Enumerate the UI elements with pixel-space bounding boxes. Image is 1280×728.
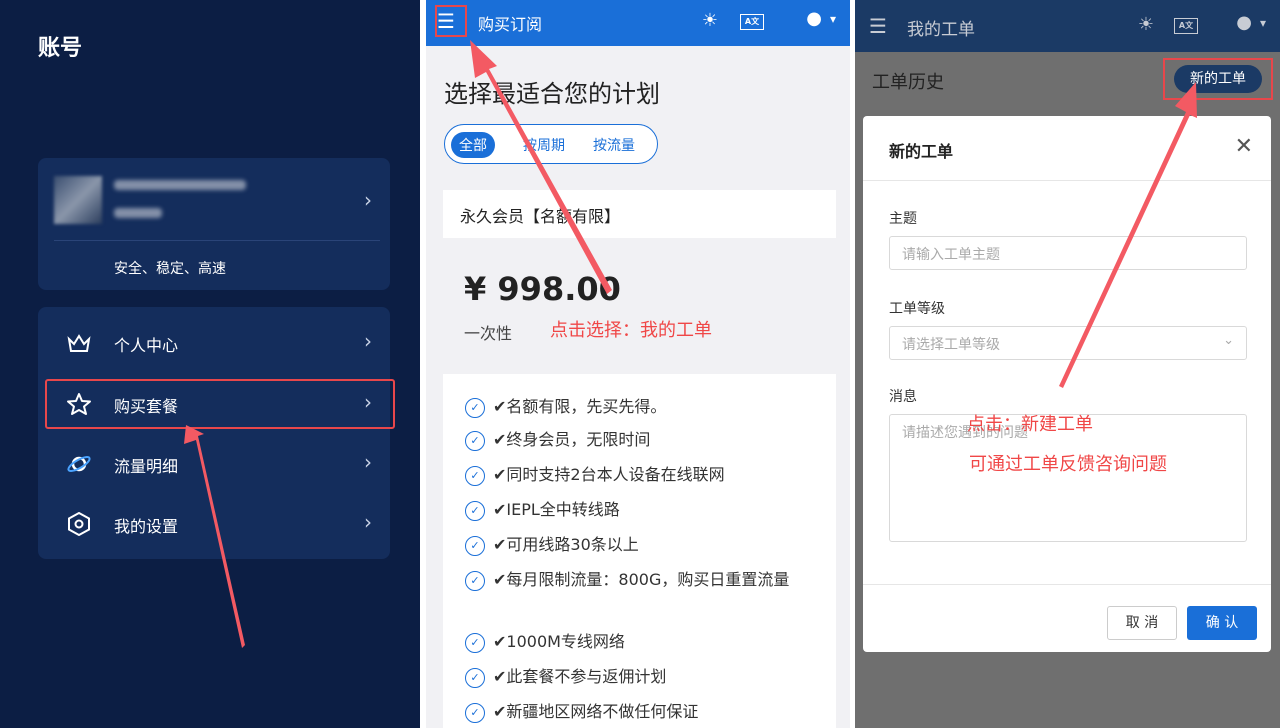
theme-sun-icon[interactable]: ☀ xyxy=(1138,14,1154,35)
user-icon[interactable]: ● xyxy=(1236,12,1252,33)
message-label: 消息 xyxy=(889,389,917,405)
feature-item: ✓ ✔此套餐不参与返佣计划 xyxy=(465,664,825,690)
subject-label: 主题 xyxy=(889,211,917,227)
feature-item: ✓ ✔每月限制流量：800G，购买日重置流量 xyxy=(465,567,825,593)
menu-item-traffic[interactable]: 流量明细 › xyxy=(38,434,390,494)
check-circle-icon: ✓ xyxy=(465,570,485,591)
check-circle-icon: ✓ xyxy=(465,632,485,653)
tab-period[interactable]: 按周期 xyxy=(515,132,573,158)
bar-title: 我的工单 xyxy=(907,20,975,40)
level-label: 工单等级 xyxy=(889,301,945,317)
bar-title: 购买订阅 xyxy=(478,15,543,34)
account-card[interactable]: › 安全、稳定、高速 xyxy=(38,158,390,290)
check-circle-icon: ✓ xyxy=(465,667,485,688)
settings-hexagon-icon xyxy=(68,512,90,536)
menu-label: 我的设置 xyxy=(114,517,179,536)
plan-filter: 全部 按周期 按流量 xyxy=(444,124,658,164)
theme-sun-icon[interactable]: ☀ xyxy=(702,10,718,31)
chevron-down-icon: ⌄ xyxy=(1223,333,1234,348)
feature-item: ✓ ✔新疆地区网络不做任何保证 xyxy=(465,699,825,725)
annotation-text: 点击选择：我的工单 xyxy=(550,320,712,341)
new-ticket-modal: 新的工单 ✕ 主题 请输入工单主题 工单等级 请选择工单等级 ⌄ 消息 请描述您遇… xyxy=(863,116,1271,652)
feature-item: ✓ ✔同时支持2台本人设备在线联网 xyxy=(465,462,825,488)
chevron-right-icon: › xyxy=(364,188,372,212)
divider xyxy=(54,240,380,241)
chevron-down-icon[interactable]: ▾ xyxy=(1260,16,1266,30)
top-bar: ☰ 我的工单 ☀ A文 ● ▾ xyxy=(855,0,1280,52)
feature-item: ✓ ✔1000M专线网络 xyxy=(465,629,825,655)
ticket-history-title: 工单历史 xyxy=(872,72,944,93)
ticket-panel: ☰ 我的工单 ☀ A文 ● ▾ 工单历史 新的工单 新的工单 ✕ 主题 请输入工… xyxy=(855,0,1280,728)
cancel-button[interactable]: 取 消 xyxy=(1107,606,1177,640)
top-bar: ☰ 购买订阅 ☀ A文 ● ▾ xyxy=(426,0,850,46)
blurred-email xyxy=(114,180,246,190)
chevron-right-icon: › xyxy=(364,450,372,474)
check-circle-icon: ✓ xyxy=(465,430,485,451)
divider xyxy=(863,584,1271,585)
menu-card: 个人中心 › 购买套餐 › 流量明细 › 我的设置 › xyxy=(38,307,390,559)
feature-item: ✓ ✔IEPL全中转线路 xyxy=(465,497,825,523)
confirm-button[interactable]: 确 认 xyxy=(1187,606,1257,640)
page-title: 账号 xyxy=(38,36,83,61)
plan-period: 一次性 xyxy=(464,324,513,343)
hamburger-icon[interactable]: ☰ xyxy=(869,14,887,38)
crown-icon xyxy=(67,334,91,352)
close-icon[interactable]: ✕ xyxy=(1235,134,1253,159)
subject-input[interactable]: 请输入工单主题 xyxy=(889,236,1247,270)
divider xyxy=(863,180,1271,181)
level-select[interactable]: 请选择工单等级 ⌄ xyxy=(889,326,1247,360)
menu-label: 流量明细 xyxy=(114,457,179,476)
feature-item: ✓ ✔可用线路30条以上 xyxy=(465,532,825,558)
chevron-right-icon: › xyxy=(364,510,372,534)
page-heading: 选择最适合您的计划 xyxy=(444,80,660,108)
feature-list: ✓ ✔名额有限，先买先得。 ✓ ✔终身会员，无限时间 ✓ ✔同时支持2台本人设备在线联… xyxy=(443,374,836,728)
plan-card-title[interactable]: 永久会员【名额有限】 xyxy=(443,190,836,238)
feature-item: ✓ ✔名额有限，先买先得。 xyxy=(465,394,825,420)
blurred-name xyxy=(114,208,162,218)
highlight-box xyxy=(1163,58,1273,100)
slogan: 安全、稳定、高速 xyxy=(114,261,226,277)
orbit-icon xyxy=(67,456,91,472)
menu-item-settings[interactable]: 我的设置 › xyxy=(38,494,390,554)
purchase-panel: ☰ 购买订阅 ☀ A文 ● ▾ 选择最适合您的计划 全部 按周期 按流量 永久会… xyxy=(426,0,850,728)
plan-price: ¥ 998.00 xyxy=(464,270,621,308)
check-circle-icon: ✓ xyxy=(465,500,485,521)
account-panel: 账号 › 安全、稳定、高速 个人中心 › 购买套餐 › 流量明细 › 我的设置 … xyxy=(0,0,420,728)
annotation-text: 可通过工单反馈咨询问题 xyxy=(969,454,1167,475)
modal-title: 新的工单 xyxy=(889,142,954,161)
plan-name: 永久会员【名额有限】 xyxy=(460,207,621,226)
translate-icon[interactable]: A文 xyxy=(1174,18,1198,34)
chevron-right-icon: › xyxy=(364,329,372,353)
check-circle-icon: ✓ xyxy=(465,465,485,486)
user-icon[interactable]: ● xyxy=(806,8,822,29)
menu-label: 个人中心 xyxy=(114,336,179,355)
chevron-down-icon[interactable]: ▾ xyxy=(830,12,836,26)
tab-traffic[interactable]: 按流量 xyxy=(585,132,643,158)
feature-item: ✓ ✔终身会员，无限时间 xyxy=(465,427,825,453)
translate-icon[interactable]: A文 xyxy=(740,14,764,30)
check-circle-icon: ✓ xyxy=(465,535,485,556)
annotation-text: 点击：新建工单 xyxy=(967,414,1093,435)
highlight-box xyxy=(435,5,467,37)
menu-item-profile[interactable]: 个人中心 › xyxy=(38,313,390,373)
avatar xyxy=(54,176,102,224)
tab-all[interactable]: 全部 xyxy=(451,132,495,158)
highlight-box xyxy=(45,379,395,429)
check-circle-icon: ✓ xyxy=(465,397,485,418)
check-circle-icon: ✓ xyxy=(465,702,485,723)
